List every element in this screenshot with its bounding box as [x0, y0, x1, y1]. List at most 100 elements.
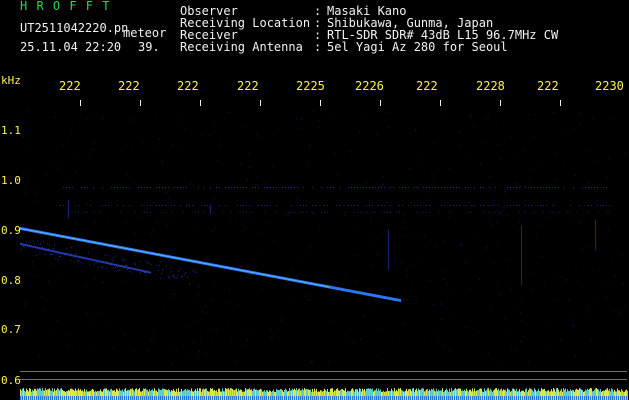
noise-speck	[90, 245, 92, 247]
echo-trace-core	[84, 240, 85, 242]
echo-scatter	[45, 253, 46, 255]
time-tick-mark	[440, 100, 441, 106]
noise-speck	[354, 280, 356, 282]
noise-speck	[443, 114, 445, 116]
level-bar-base	[526, 396, 527, 400]
noise-speck	[156, 221, 158, 223]
echo-trace-core	[159, 254, 160, 256]
level-bar-base	[220, 396, 221, 400]
level-bar	[447, 390, 448, 400]
echo-trace-core	[141, 250, 142, 252]
time-tick: 222	[537, 79, 559, 93]
noise-speck	[460, 244, 462, 245]
noise-speck	[167, 215, 169, 217]
echo-scatter	[134, 262, 135, 264]
level-bar	[47, 389, 48, 400]
noise-speck	[56, 320, 58, 322]
level-bar-base	[234, 396, 235, 400]
echo-trace-faint	[67, 253, 68, 256]
carrier-dot	[489, 212, 490, 213]
noise-speck	[94, 278, 96, 280]
echo-trace-faint	[120, 265, 121, 267]
level-bar	[441, 390, 442, 400]
noise-speck	[345, 274, 347, 276]
echo-trace-core	[129, 248, 130, 250]
noise-speck	[504, 191, 505, 193]
echo-trace-core	[246, 270, 247, 272]
carrier-dot	[195, 212, 196, 213]
noise-speck	[133, 121, 134, 123]
noise-speck	[428, 193, 430, 195]
level-bar	[283, 391, 284, 400]
noise-speck	[546, 216, 548, 218]
noise-speck	[610, 258, 612, 260]
time-tick: 2228	[476, 79, 505, 93]
carrier-dot	[516, 187, 517, 188]
noise-speck	[358, 131, 360, 133]
echo-scatter	[50, 254, 51, 256]
echo-trace-faint	[46, 248, 47, 251]
carrier-dot	[354, 187, 355, 188]
noise-speck	[591, 119, 593, 121]
carrier-dot	[291, 187, 292, 188]
noise-speck	[103, 118, 105, 119]
echo-trace	[381, 295, 382, 299]
level-bar	[411, 391, 412, 400]
level-bar	[167, 390, 168, 400]
echo-trace-core	[82, 239, 83, 241]
echo-trace	[380, 295, 381, 299]
carrier-dot	[516, 205, 517, 206]
level-bar	[493, 390, 494, 400]
carrier-dot	[609, 212, 610, 213]
level-bar-base	[422, 396, 423, 400]
noise-speck	[401, 235, 403, 237]
echo-trace-core	[276, 276, 277, 278]
noise-speck	[365, 181, 367, 183]
noise-speck	[382, 176, 384, 178]
carrier-dot	[300, 212, 301, 213]
noise-speck	[407, 275, 409, 277]
level-bar	[293, 389, 294, 400]
level-bar-base	[48, 396, 49, 400]
noise-speck	[419, 261, 421, 263]
carrier-dot	[543, 212, 544, 213]
echo-trace-faint	[97, 259, 98, 262]
noise-speck	[87, 313, 89, 315]
echo-trace-faint	[116, 264, 117, 267]
noise-speck	[135, 255, 137, 257]
level-bar-base	[510, 396, 511, 400]
noise-speck	[65, 179, 67, 181]
carrier-dot	[408, 187, 409, 188]
freq-label-1-1: 1.1	[1, 124, 21, 137]
noise-speck	[350, 154, 352, 156]
echo-trace-faint	[110, 262, 111, 265]
noise-speck	[487, 354, 489, 356]
level-bar-base	[438, 396, 439, 400]
carrier-dot	[552, 212, 553, 213]
carrier-dot	[183, 212, 184, 213]
echo-trace-faint	[30, 245, 31, 248]
level-bar-base	[574, 396, 575, 400]
noise-speck	[364, 113, 366, 115]
noise-speck	[195, 300, 197, 301]
carrier-dot	[108, 205, 109, 206]
noise-speck	[120, 150, 122, 152]
noise-speck	[376, 133, 378, 135]
carrier-dot	[546, 187, 547, 188]
level-bar	[599, 391, 600, 400]
echo-trace-core	[83, 239, 84, 241]
level-bar	[591, 388, 592, 400]
carrier-dot	[489, 205, 490, 206]
carrier-dot	[390, 205, 391, 206]
level-bar	[585, 389, 586, 400]
level-bar	[449, 388, 450, 400]
echo-trace-core	[261, 273, 262, 275]
level-bar-base	[534, 396, 535, 400]
noise-speck	[375, 239, 377, 241]
noise-speck	[106, 321, 108, 323]
level-bar	[27, 389, 28, 400]
carrier-dot	[75, 212, 76, 213]
echo-trace-core	[275, 276, 276, 278]
level-bar	[431, 388, 432, 400]
echo-trace-core	[223, 266, 224, 268]
